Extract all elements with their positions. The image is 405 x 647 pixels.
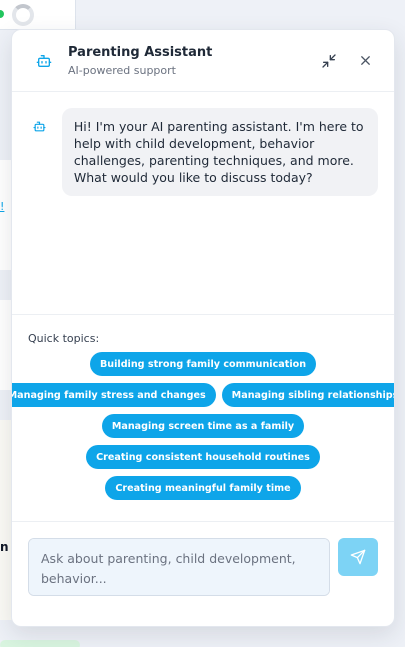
chat-title: Parenting Assistant bbox=[68, 44, 213, 60]
topic-chip-household-routines[interactable]: Creating consistent household routines bbox=[86, 445, 320, 469]
background-pill bbox=[0, 640, 80, 647]
chat-panel: Parenting Assistant AI-powered support H… bbox=[11, 29, 395, 627]
topic-chip-sibling-relationships[interactable]: Managing sibling relationships bbox=[221, 383, 394, 407]
close-button[interactable] bbox=[352, 48, 378, 74]
background-text-fragment: n bbox=[0, 540, 9, 554]
topic-chip-family-communication[interactable]: Building strong family communication bbox=[89, 352, 317, 376]
chat-header: Parenting Assistant AI-powered support bbox=[12, 30, 394, 92]
send-icon bbox=[350, 549, 366, 565]
bot-icon bbox=[32, 49, 56, 73]
minimize-button[interactable] bbox=[316, 48, 342, 74]
send-button[interactable] bbox=[338, 538, 378, 576]
quick-topics-label: Quick topics: bbox=[28, 332, 100, 345]
quick-topics-row: Creating meaningful family time bbox=[28, 476, 378, 500]
topic-chip-family-stress[interactable]: Managing family stress and changes bbox=[12, 383, 216, 407]
minimize-icon bbox=[322, 53, 336, 68]
quick-topics: Quick topics: Building strong family com… bbox=[12, 315, 394, 522]
quick-topics-row: Managing family stress and changes Manag… bbox=[12, 383, 394, 407]
message-list: Hi! I'm your AI parenting assistant. I'm… bbox=[12, 92, 394, 315]
close-icon bbox=[360, 56, 370, 65]
bot-avatar-icon bbox=[32, 118, 48, 134]
message-composer bbox=[12, 522, 394, 626]
quick-topics-row: Building strong family communication bbox=[28, 352, 378, 376]
quick-topics-row: Managing screen time as a family bbox=[28, 414, 378, 438]
topic-chip-family-time[interactable]: Creating meaningful family time bbox=[105, 476, 301, 500]
header-text: Parenting Assistant AI-powered support bbox=[68, 45, 306, 77]
message-input[interactable] bbox=[28, 538, 330, 596]
topic-chip-screen-time[interactable]: Managing screen time as a family bbox=[101, 414, 305, 438]
background-status-dot bbox=[0, 10, 4, 18]
background-link-fragment[interactable]: ! bbox=[0, 200, 4, 213]
message-bubble: Hi! I'm your AI parenting assistant. I'm… bbox=[61, 108, 378, 196]
background-loading-spinner bbox=[12, 4, 34, 26]
assistant-message: Hi! I'm your AI parenting assistant. I'm… bbox=[32, 108, 378, 196]
background-card bbox=[0, 0, 76, 30]
chat-subtitle: AI-powered support bbox=[68, 63, 176, 77]
quick-topics-row: Creating consistent household routines bbox=[28, 445, 378, 469]
